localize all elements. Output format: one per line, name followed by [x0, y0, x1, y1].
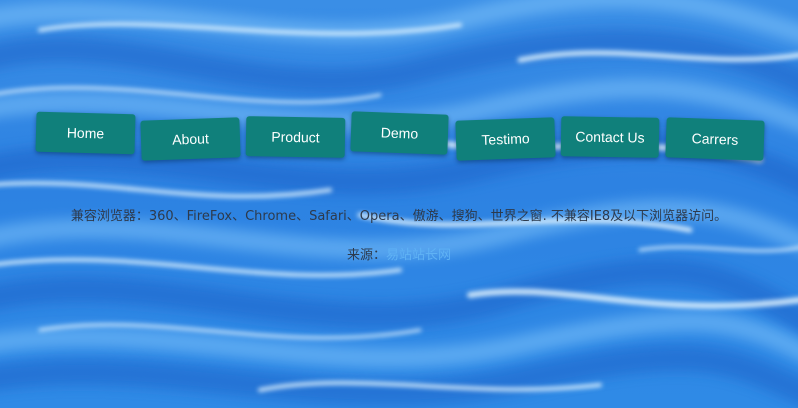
browser-compatibility-text: 兼容浏览器：360、FireFox、Chrome、Safari、Opera、傲游… [70, 209, 728, 224]
nav-carrers-button[interactable]: Carrers [665, 117, 765, 161]
nav-testimo-button[interactable]: Testimo [455, 117, 556, 161]
source-line: 来源：易站站长网 [0, 244, 798, 263]
nav-product-button[interactable]: Product [245, 116, 346, 158]
nav-home-button[interactable]: Home [35, 111, 136, 155]
source-label: 来源： [346, 248, 386, 263]
nav-about-button[interactable]: About [140, 117, 241, 161]
nav-contact-us-button[interactable]: Contact Us [560, 116, 660, 158]
main-nav: Home About Product Demo Testimo Contact … [0, 0, 798, 408]
source-link[interactable]: 易站站长网 [386, 248, 451, 263]
nav-demo-button[interactable]: Demo [350, 111, 449, 155]
